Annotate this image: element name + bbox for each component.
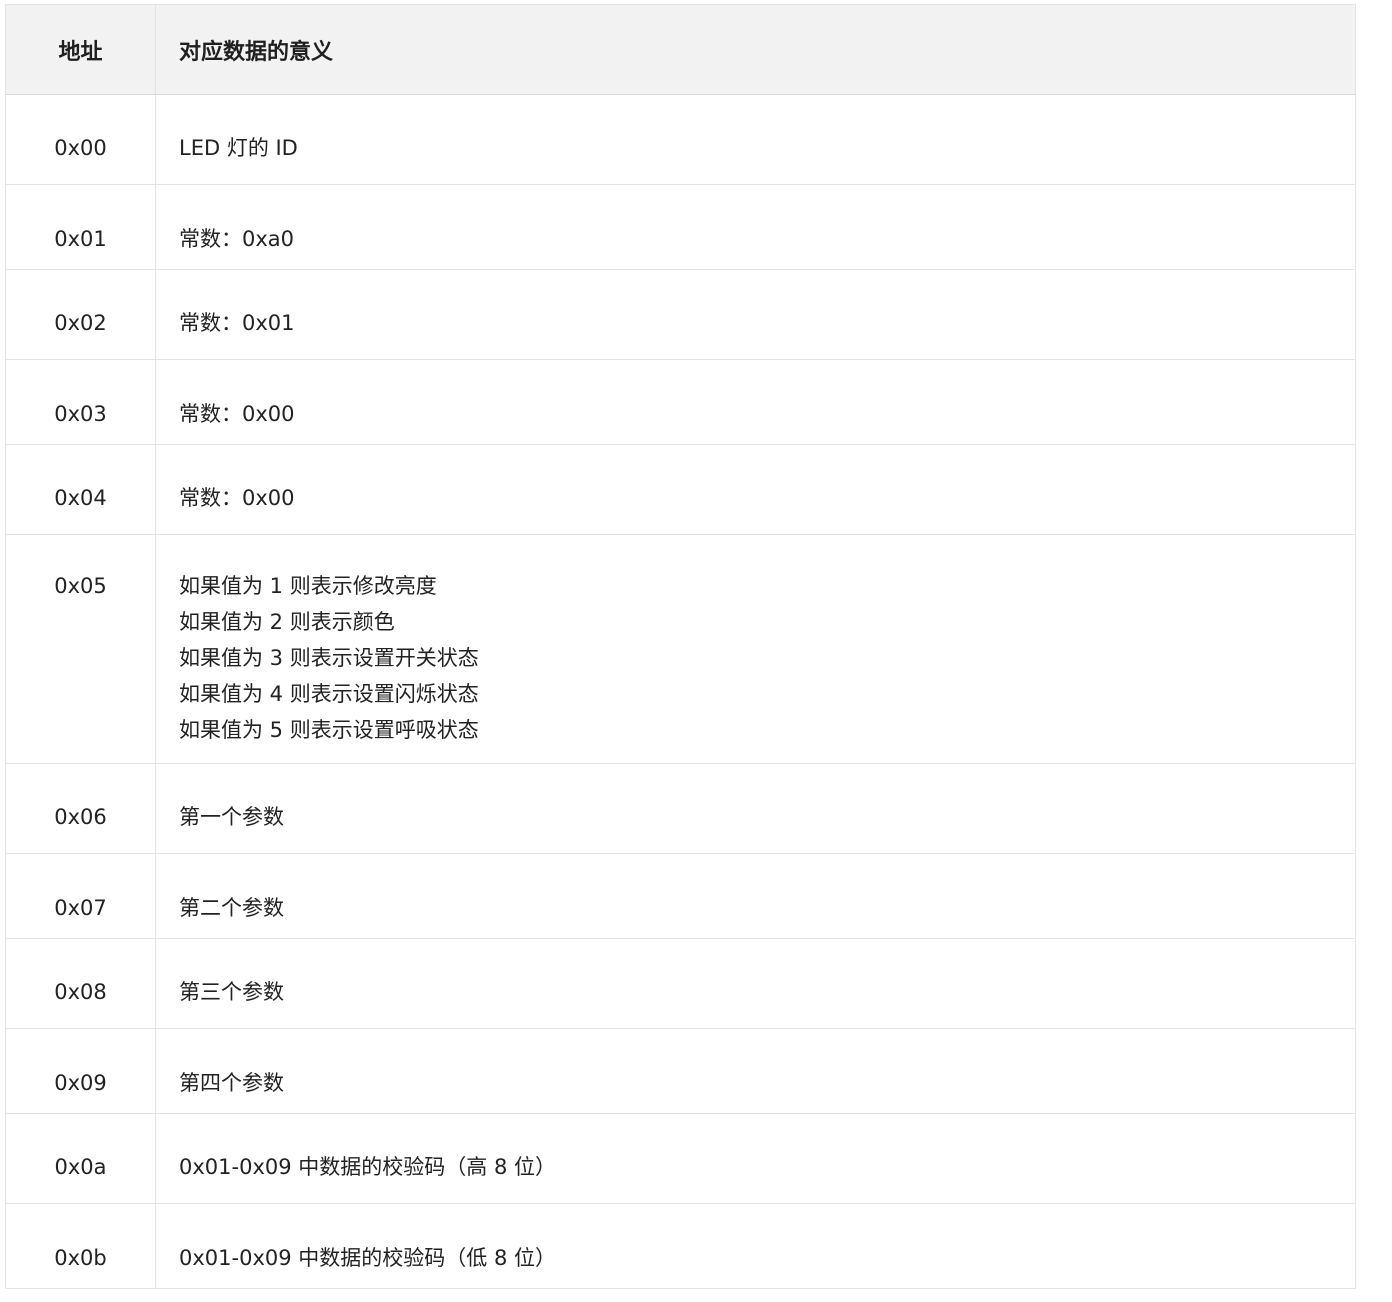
table-row: 0x09 第四个参数 (5, 1028, 1356, 1114)
table-row: 0x06 第一个参数 (5, 763, 1356, 854)
meaning-cell: 第三个参数 (155, 938, 1356, 1029)
address-cell: 0x09 (5, 1028, 156, 1114)
meaning-cell: 常数：0x01 (155, 269, 1356, 360)
meaning-cell: 如果值为 1 则表示修改亮度 如果值为 2 则表示颜色 如果值为 3 则表示设置… (155, 534, 1356, 764)
meaning-cell: 0x01-0x09 中数据的校验码（高 8 位） (155, 1113, 1356, 1204)
table-row: 0x0a 0x01-0x09 中数据的校验码（高 8 位） (5, 1113, 1356, 1204)
address-cell: 0x03 (5, 359, 156, 445)
table-row: 0x08 第三个参数 (5, 938, 1356, 1029)
meaning-cell: 第四个参数 (155, 1028, 1356, 1114)
meaning-cell: 常数：0x00 (155, 444, 1356, 535)
address-cell: 0x01 (5, 184, 156, 270)
table-row: 0x05 如果值为 1 则表示修改亮度 如果值为 2 则表示颜色 如果值为 3 … (5, 534, 1356, 764)
address-cell: 0x07 (5, 853, 156, 939)
address-cell: 0x04 (5, 444, 156, 535)
table-row: 0x07 第二个参数 (5, 853, 1356, 939)
meaning-column-header: 对应数据的意义 (155, 4, 1356, 95)
meaning-line: 如果值为 1 则表示修改亮度 (179, 574, 437, 598)
address-cell: 0x02 (5, 269, 156, 360)
meaning-line: 如果值为 3 则表示设置开关状态 (179, 646, 479, 670)
meaning-line: 如果值为 2 则表示颜色 (179, 610, 395, 634)
address-cell: 0x06 (5, 763, 156, 854)
address-cell: 0x08 (5, 938, 156, 1029)
table-row: 0x04 常数：0x00 (5, 444, 1356, 535)
meaning-cell: 第一个参数 (155, 763, 1356, 854)
meaning-line: 如果值为 5 则表示设置呼吸状态 (179, 718, 479, 742)
table-header-row: 地址 对应数据的意义 (5, 4, 1356, 95)
meaning-cell: 常数：0x00 (155, 359, 1356, 445)
meaning-cell: 第二个参数 (155, 853, 1356, 939)
address-column-header: 地址 (5, 4, 156, 95)
meaning-cell: LED 灯的 ID (155, 94, 1356, 185)
address-cell: 0x0b (5, 1203, 156, 1289)
table-row: 0x03 常数：0x00 (5, 359, 1356, 445)
address-cell: 0x05 (5, 534, 156, 764)
meaning-cell: 常数：0xa0 (155, 184, 1356, 270)
address-cell: 0x0a (5, 1113, 156, 1204)
table-row: 0x0b 0x01-0x09 中数据的校验码（低 8 位） (5, 1203, 1356, 1289)
table-row: 0x00 LED 灯的 ID (5, 94, 1356, 185)
address-cell: 0x00 (5, 94, 156, 185)
register-table: 地址 对应数据的意义 0x00 LED 灯的 ID 0x01 常数：0xa0 0… (5, 4, 1356, 1289)
table-row: 0x01 常数：0xa0 (5, 184, 1356, 270)
meaning-cell: 0x01-0x09 中数据的校验码（低 8 位） (155, 1203, 1356, 1289)
table-row: 0x02 常数：0x01 (5, 269, 1356, 360)
meaning-line: 如果值为 4 则表示设置闪烁状态 (179, 682, 479, 706)
